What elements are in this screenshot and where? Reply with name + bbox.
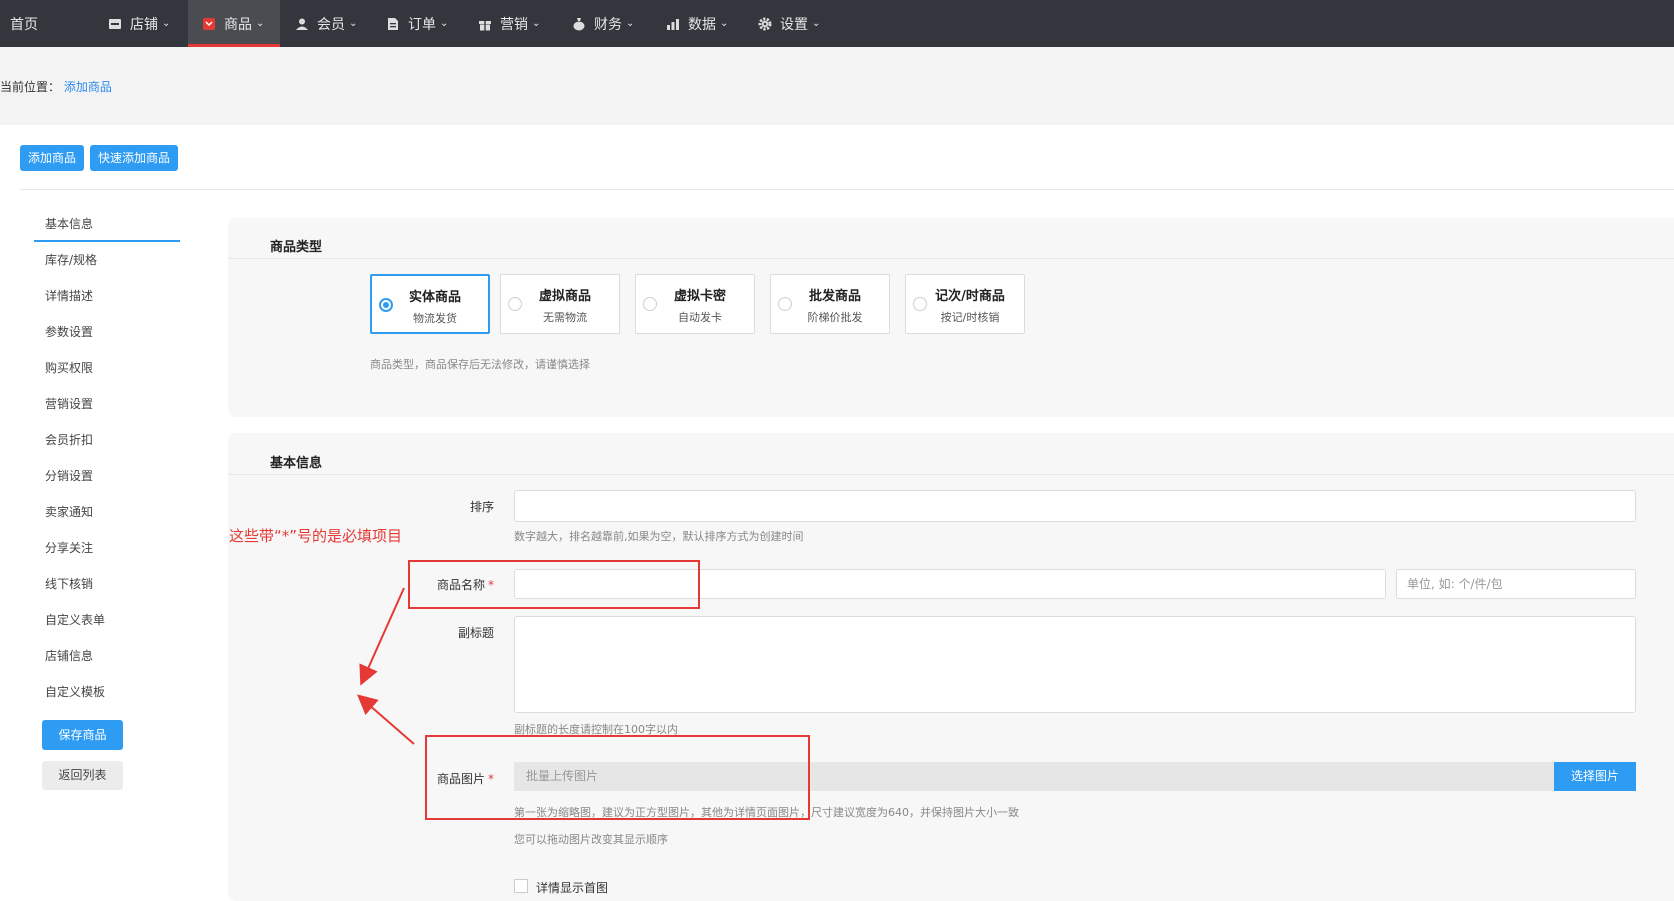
gift-icon [479,20,491,31]
side-item-offline-verify[interactable]: 线下核销 [45,575,93,592]
type-option-desc: 自动发卡 [678,311,722,324]
nav-home-label: 首页 [10,16,38,33]
chevron-down-icon: ⌄ [440,18,449,29]
sort-hint: 数字越大，排名越靠前,如果为空，默认排序方式为创建时间 [514,530,804,543]
divider [20,189,1674,190]
side-item-marketing[interactable]: 营销设置 [45,395,93,412]
nav-marketing[interactable]: 营销 ⌄ [478,0,558,47]
side-item-detail[interactable]: 详情描述 [45,287,93,304]
chevron-down-icon: ⌄ [162,18,171,29]
nav-marketing-label: 营销 [500,16,528,33]
breadcrumb: 当前位置： 添加商品 [0,78,112,95]
chevron-down-icon: ⌄ [720,18,729,29]
chevron-down-icon: ⌄ [532,18,541,29]
nav-store-label: 店铺 [130,16,158,33]
chevron-down-icon: ⌄ [349,18,358,29]
side-item-distribution[interactable]: 分销设置 [45,467,93,484]
nav-store[interactable]: 店铺 ⌄ [108,0,188,47]
store-icon [109,18,121,29]
annotation-box-goods-image [425,735,810,820]
nav-goods-label: 商品 [224,16,252,33]
side-item-member-discount[interactable]: 会员折扣 [45,431,93,448]
type-option-name: 虚拟商品 [538,289,591,304]
side-item-purchase-permission[interactable]: 购买权限 [45,359,93,376]
nav-settings-label: 设置 [780,16,808,33]
side-item-shop-info[interactable]: 店铺信息 [45,647,93,664]
first-image-checkbox-label: 详情显示首图 [536,881,609,895]
type-option-virtual[interactable]: 虚拟商品 无需物流 [500,274,620,334]
nav-member[interactable]: 会员 ⌄ [295,0,375,47]
type-option-desc: 物流发货 [413,312,457,325]
side-item-share-follow[interactable]: 分享关注 [45,539,93,556]
user-icon [296,18,308,30]
side-item-stock[interactable]: 库存/规格 [45,251,97,268]
side-item-custom-form[interactable]: 自定义表单 [45,611,105,628]
goods-type-title: 商品类型 [270,240,323,255]
back-to-list-button[interactable]: 返回列表 [42,761,123,790]
side-active-indicator [34,240,180,242]
type-option-virtual-card[interactable]: 虚拟卡密 自动发卡 [635,274,755,334]
save-goods-button[interactable]: 保存商品 [42,720,123,750]
unit-input[interactable] [1396,569,1636,599]
chevron-down-icon: ⌄ [626,18,635,29]
subtitle-label: 副标题 [457,626,494,640]
gear-icon [758,17,772,30]
nav-order[interactable]: 订单 ⌄ [386,0,466,47]
annotation-text: 这些带“*”号的是必填项目 [229,527,403,545]
annotation-box-goods-name [408,560,700,609]
money-bag-icon [573,17,585,30]
chevron-down-icon: ⌄ [256,18,265,29]
nav-finance[interactable]: 财务 ⌄ [572,0,652,47]
add-goods-button[interactable]: 添加商品 [20,145,85,171]
side-item-params[interactable]: 参数设置 [45,323,93,340]
nav-data-label: 数据 [688,16,716,33]
side-item-seller-notice[interactable]: 卖家通知 [45,503,93,520]
nav-home[interactable]: 首页 [10,0,38,47]
type-option-desc: 按记/时核销 [940,311,1000,324]
select-image-button[interactable]: 选择图片 [1554,762,1636,791]
basic-info-title: 基本信息 [270,456,323,471]
nav-goods[interactable]: 商品 ⌄ [188,0,280,47]
type-option-name: 记次/时商品 [935,289,1005,304]
subtitle-textarea[interactable] [514,616,1636,713]
side-item-custom-template[interactable]: 自定义模板 [45,683,105,700]
type-option-name: 实体商品 [408,290,461,305]
type-option-count-time[interactable]: 记次/时商品 按记/时核销 [905,274,1025,334]
type-option-desc: 阶梯价批发 [807,311,863,324]
type-option-desc: 无需物流 [543,311,587,324]
nav-order-label: 订单 [408,16,436,33]
goods-icon [203,17,215,30]
divider [228,258,1674,259]
image-hint-order: 您可以拖动图片改变其显示顺序 [514,833,668,846]
order-icon [388,17,398,30]
goods-type-hint: 商品类型，商品保存后无法修改，请谨慎选择 [370,358,590,371]
type-option-wholesale[interactable]: 批发商品 阶梯价批发 [770,274,890,334]
nav-settings[interactable]: 设置 ⌄ [758,0,838,47]
type-option-name: 虚拟卡密 [673,289,726,304]
type-option-name: 批发商品 [808,289,861,304]
quick-add-goods-button[interactable]: 快速添加商品 [90,145,179,171]
breadcrumb-current-link[interactable]: 添加商品 [64,80,112,94]
sort-input[interactable] [514,490,1636,522]
type-option-physical[interactable]: 实体商品 物流发货 [370,274,490,334]
nav-data[interactable]: 数据 ⌄ [666,0,746,47]
divider [228,474,1674,475]
side-item-basic-info[interactable]: 基本信息 [45,215,93,232]
top-navbar: 首页 店铺 ⌄ 商品 ⌄ 会员 ⌄ 订单 ⌄ 营销 ⌄ 财务 ⌄ 数据 ⌄ 设置 [0,0,1674,47]
sort-label: 排序 [469,500,494,514]
bar-chart-icon [667,18,679,30]
first-image-checkbox[interactable] [514,879,528,893]
nav-member-label: 会员 [317,16,345,33]
chevron-down-icon: ⌄ [812,18,821,29]
nav-finance-label: 财务 [594,16,622,33]
breadcrumb-prefix: 当前位置： [0,80,61,94]
